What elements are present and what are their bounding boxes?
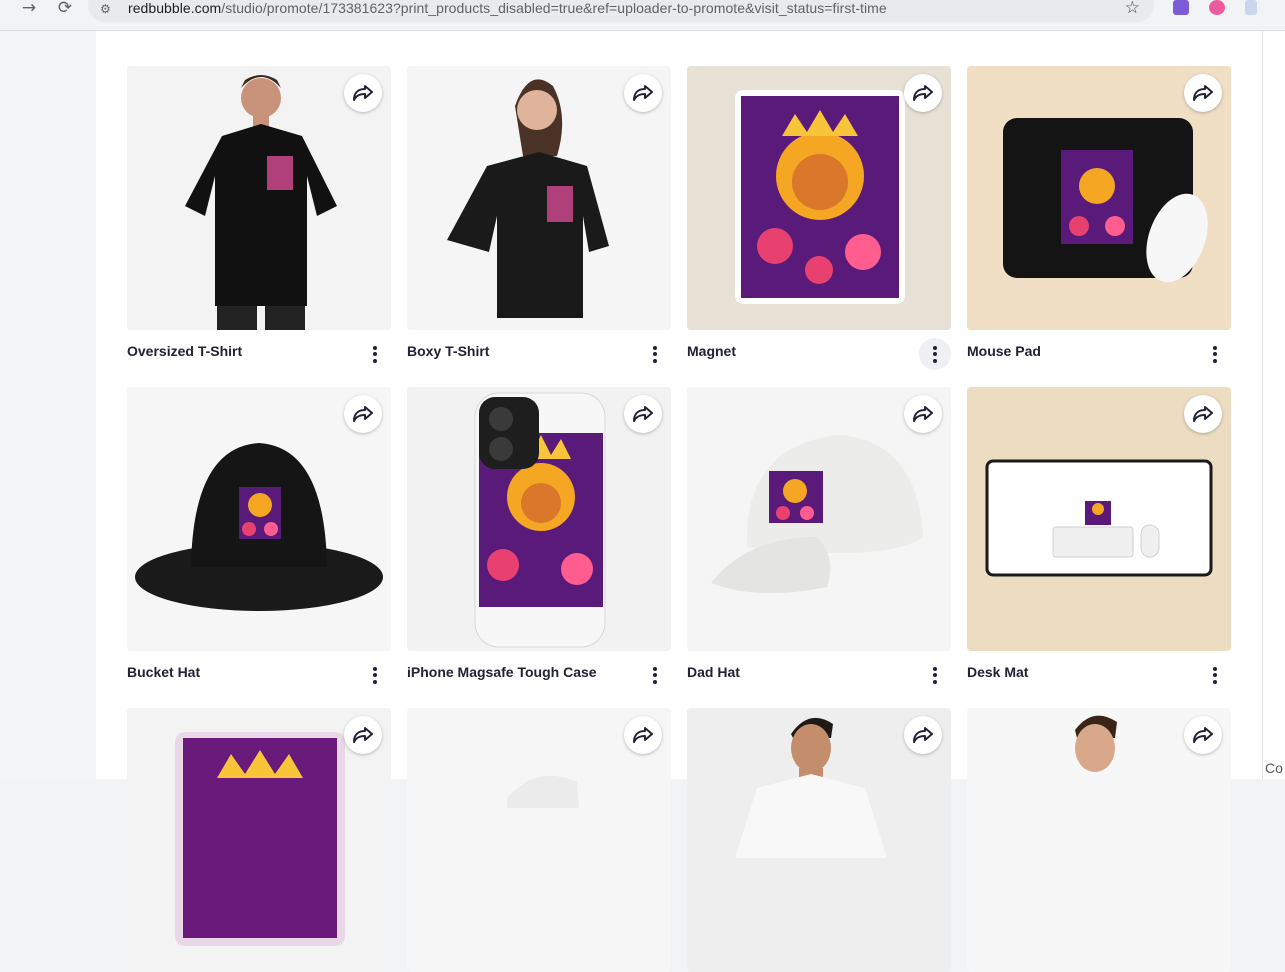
star-icon[interactable]: ☆ [1125, 0, 1140, 18]
product-title[interactable]: Magnet [687, 343, 736, 359]
product-card[interactable]: Oversized T-Shirt [127, 66, 391, 370]
product-image[interactable] [687, 387, 951, 651]
share-button[interactable] [904, 74, 942, 112]
product-card[interactable]: Bucket Hat [127, 387, 391, 691]
product-image[interactable] [967, 66, 1231, 330]
kebab-icon [933, 345, 937, 363]
kebab-icon [373, 345, 377, 363]
corner-text: Co [1265, 760, 1283, 776]
product-image[interactable] [127, 387, 391, 651]
share-arrow-icon [633, 85, 653, 101]
product-title[interactable]: Bucket Hat [127, 664, 200, 680]
url-path: /studio/promote/173381623?print_products… [221, 0, 887, 16]
more-options-button[interactable] [359, 338, 391, 370]
more-options-button[interactable] [919, 659, 951, 691]
share-button[interactable] [904, 716, 942, 754]
share-arrow-icon [913, 85, 933, 101]
scrollbar[interactable] [1262, 31, 1285, 779]
product-card[interactable]: Dad Hat [687, 387, 951, 691]
product-image[interactable] [407, 708, 671, 972]
product-card[interactable]: Boxy T-Shirt [407, 66, 671, 370]
product-title[interactable]: Oversized T-Shirt [127, 343, 242, 359]
product-title[interactable]: Desk Mat [967, 664, 1028, 680]
more-options-button[interactable] [919, 338, 951, 370]
extension-icon[interactable] [1209, 0, 1225, 15]
share-button[interactable] [624, 74, 662, 112]
product-image[interactable] [407, 66, 671, 330]
share-arrow-icon [633, 406, 653, 422]
address-bar[interactable]: ⚙ redbubble.com/studio/promote/173381623… [88, 0, 1154, 22]
share-arrow-icon [633, 727, 653, 743]
share-button[interactable] [1184, 716, 1222, 754]
product-card[interactable] [127, 708, 391, 972]
forward-arrow-icon[interactable]: → [18, 0, 40, 17]
product-image[interactable] [687, 66, 951, 330]
product-card[interactable]: Mouse Pad [967, 66, 1231, 370]
kebab-icon [1213, 666, 1217, 684]
share-arrow-icon [1193, 727, 1213, 743]
url-domain: redbubble.com [128, 0, 222, 16]
share-arrow-icon [353, 406, 373, 422]
product-image[interactable] [127, 708, 391, 972]
product-title[interactable]: Dad Hat [687, 664, 740, 680]
share-arrow-icon [1193, 85, 1213, 101]
more-options-button[interactable] [639, 659, 671, 691]
url-text[interactable]: redbubble.com/studio/promote/173381623?p… [128, 0, 887, 16]
share-arrow-icon [1193, 406, 1213, 422]
browser-toolbar: → ⟳ ⚙ redbubble.com/studio/promote/17338… [0, 0, 1285, 31]
product-card[interactable] [407, 708, 671, 972]
kebab-icon [1213, 345, 1217, 363]
share-button[interactable] [344, 716, 382, 754]
share-arrow-icon [913, 406, 933, 422]
more-options-button[interactable] [639, 338, 671, 370]
product-card[interactable]: Magnet [687, 66, 951, 370]
product-image[interactable] [127, 66, 391, 330]
share-button[interactable] [904, 395, 942, 433]
product-card[interactable]: iPhone Magsafe Tough Case [407, 387, 671, 691]
share-button[interactable] [1184, 74, 1222, 112]
product-title[interactable]: iPhone Magsafe Tough Case [407, 664, 597, 680]
share-button[interactable] [344, 74, 382, 112]
kebab-icon [933, 666, 937, 684]
product-title[interactable]: Mouse Pad [967, 343, 1041, 359]
kebab-icon [373, 666, 377, 684]
extension-icon[interactable] [1245, 0, 1257, 15]
product-image[interactable] [687, 708, 951, 972]
site-settings-icon[interactable]: ⚙ [100, 2, 116, 18]
product-card[interactable] [687, 708, 951, 972]
product-title[interactable]: Boxy T-Shirt [407, 343, 489, 359]
share-button[interactable] [1184, 395, 1222, 433]
product-card[interactable]: Desk Mat [967, 387, 1231, 691]
product-image[interactable] [967, 387, 1231, 651]
product-image[interactable] [407, 387, 671, 651]
extension-icon[interactable] [1173, 0, 1189, 15]
share-arrow-icon [913, 727, 933, 743]
more-options-button[interactable] [359, 659, 391, 691]
kebab-icon [653, 345, 657, 363]
share-arrow-icon [353, 727, 373, 743]
kebab-icon [653, 666, 657, 684]
more-options-button[interactable] [1199, 659, 1231, 691]
product-card[interactable] [967, 708, 1231, 972]
share-arrow-icon [353, 85, 373, 101]
share-button[interactable] [624, 395, 662, 433]
more-options-button[interactable] [1199, 338, 1231, 370]
reload-icon[interactable]: ⟳ [54, 0, 76, 17]
share-button[interactable] [624, 716, 662, 754]
product-image[interactable] [967, 708, 1231, 972]
share-button[interactable] [344, 395, 382, 433]
